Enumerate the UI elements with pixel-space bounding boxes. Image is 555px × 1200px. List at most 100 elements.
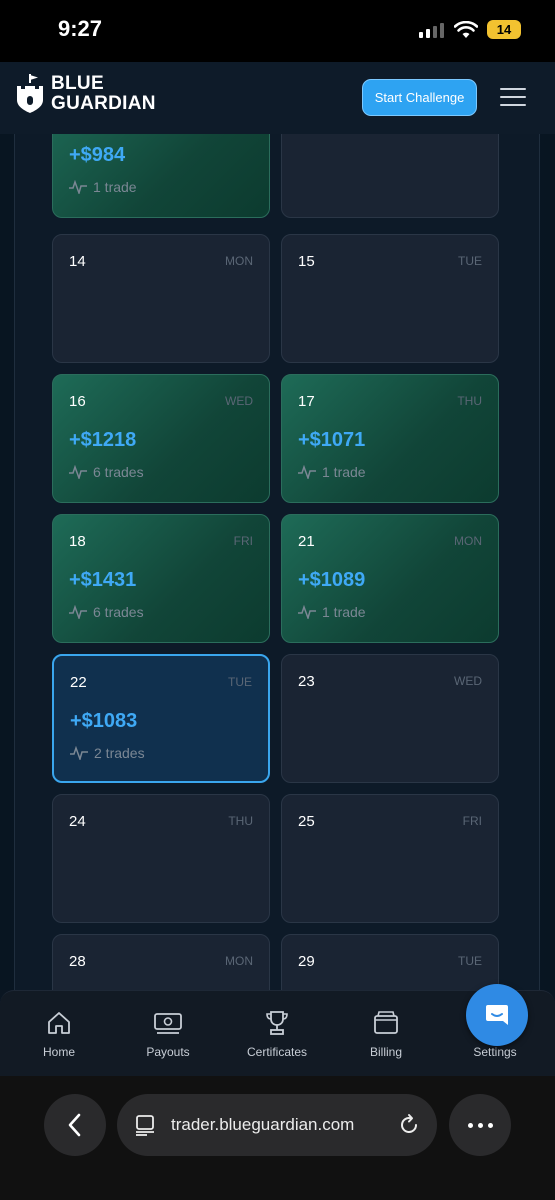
activity-icon	[298, 605, 316, 619]
day-weekday: WED	[225, 394, 253, 408]
day-pnl: +$1218	[69, 429, 137, 451]
day-weekday: THU	[457, 394, 482, 408]
activity-icon	[69, 180, 87, 194]
nav-home-label: Home	[42, 1045, 75, 1059]
day-weekday: MON	[225, 954, 253, 968]
nav-billing-label: Billing	[369, 1045, 402, 1059]
nav-payouts-label: Payouts	[146, 1045, 190, 1059]
chat-button[interactable]	[466, 984, 528, 1046]
url-text: trader.blueguardian.com	[171, 1115, 355, 1134]
battery-icon: 14	[487, 20, 521, 39]
day-trades-label: 6 trades	[93, 464, 144, 480]
day-weekday: TUE	[458, 254, 482, 268]
nav-certificates[interactable]: Certificates	[227, 1009, 327, 1059]
day-trades-label: 1 trade	[322, 464, 366, 480]
chevron-left-icon	[68, 1113, 81, 1137]
day-weekday: MON	[454, 534, 482, 548]
day-number: 29	[298, 953, 315, 970]
trophy-icon	[266, 1011, 288, 1035]
day-pnl: +$1431	[69, 569, 137, 591]
day-number: 22	[70, 674, 87, 691]
day-number: 18	[69, 533, 86, 550]
castle-logo-icon	[17, 74, 43, 113]
reload-icon[interactable]	[397, 1113, 421, 1137]
status-time: 9:27	[58, 16, 103, 41]
day-number: 17	[298, 393, 315, 410]
day-pnl: +$1083	[70, 710, 138, 732]
start-challenge-button[interactable]: Start Challenge	[362, 79, 477, 116]
day-card-15[interactable]: 15 TUE	[281, 234, 499, 363]
dot	[477, 1122, 483, 1128]
browser-back-button[interactable]	[44, 1094, 106, 1156]
calendar-frame: +$984 1 trade 14 MON 15 TUE 16 WED +$121…	[14, 134, 540, 990]
nav-billing[interactable]: Billing	[336, 1009, 436, 1059]
day-card-14[interactable]: 14 MON	[52, 234, 270, 363]
day-card-18[interactable]: 18 FRI +$1431 6 trades	[52, 514, 270, 643]
nav-home[interactable]: Home	[9, 1009, 109, 1059]
more-options-button[interactable]	[449, 1094, 511, 1156]
dot	[467, 1122, 473, 1128]
home-icon	[48, 1012, 70, 1034]
nav-payouts[interactable]: Payouts	[118, 1009, 218, 1059]
day-trades-label: 1 trade	[93, 179, 137, 195]
day-number: 14	[69, 253, 86, 270]
brand-line1: BLUE	[51, 73, 104, 94]
day-card-24[interactable]: 24 THU	[52, 794, 270, 923]
day-weekday: TUE	[458, 954, 482, 968]
nav-certificates-label: Certificates	[246, 1045, 308, 1059]
day-trades: 2 trades	[70, 745, 145, 761]
day-number: 28	[69, 953, 86, 970]
day-trades-label: 6 trades	[93, 604, 144, 620]
day-number: 23	[298, 673, 315, 690]
banknote-icon	[154, 1013, 182, 1034]
activity-icon	[69, 605, 87, 619]
day-number: 15	[298, 253, 315, 270]
day-weekday: TUE	[228, 675, 252, 689]
day-trades: 6 trades	[69, 464, 144, 480]
day-number: 25	[298, 813, 315, 830]
day-trades-label: 1 trade	[322, 604, 366, 620]
chat-icon	[486, 1005, 508, 1025]
day-card-29[interactable]: 29 TUE	[281, 934, 499, 990]
day-weekday: WED	[454, 674, 482, 688]
day-card-17[interactable]: 17 THU +$1071 1 trade	[281, 374, 499, 503]
status-bar: 9:27 14	[0, 0, 555, 62]
brand-line2: GUARDIAN	[51, 93, 156, 114]
activity-icon	[69, 465, 87, 479]
day-weekday: MON	[225, 254, 253, 268]
app-header: BLUE GUARDIAN Start Challenge	[0, 62, 555, 134]
menu-icon[interactable]	[500, 88, 526, 108]
day-weekday: THU	[228, 814, 253, 828]
reader-mode-icon[interactable]	[133, 1113, 157, 1137]
signal-icon	[419, 22, 444, 38]
day-card-partial-left[interactable]: +$984 1 trade	[52, 134, 270, 218]
day-pnl: +$1071	[298, 429, 366, 451]
day-trades: 1 trade	[298, 604, 366, 620]
day-number: 21	[298, 533, 315, 550]
day-pnl: +$1089	[298, 569, 366, 591]
dot	[487, 1122, 493, 1128]
day-card-16[interactable]: 16 WED +$1218 6 trades	[52, 374, 270, 503]
day-card-28[interactable]: 28 MON	[52, 934, 270, 990]
day-trades: 1 trade	[298, 464, 366, 480]
day-trades: 6 trades	[69, 604, 144, 620]
activity-icon	[70, 746, 88, 760]
browser-toolbar: trader.blueguardian.com	[0, 1076, 555, 1200]
wifi-icon	[454, 20, 478, 38]
day-card-25[interactable]: 25 FRI	[281, 794, 499, 923]
day-card-partial-right[interactable]	[281, 134, 499, 218]
activity-icon	[298, 465, 316, 479]
day-trades-label: 2 trades	[94, 745, 145, 761]
day-card-21[interactable]: 21 MON +$1089 1 trade	[281, 514, 499, 643]
brand-name: BLUE GUARDIAN	[51, 74, 156, 114]
day-weekday: FRI	[233, 534, 253, 548]
day-trades: 1 trade	[69, 179, 137, 195]
brand-logo[interactable]: BLUE GUARDIAN	[15, 74, 156, 114]
battery-level: 14	[496, 22, 512, 37]
nav-settings-label: Settings	[473, 1045, 517, 1059]
day-card-22-selected[interactable]: 22 TUE +$1083 2 trades	[52, 654, 270, 783]
day-card-23[interactable]: 23 WED	[281, 654, 499, 783]
day-weekday: FRI	[462, 814, 482, 828]
address-bar[interactable]: trader.blueguardian.com	[117, 1094, 437, 1156]
calendar-content: +$984 1 trade 14 MON 15 TUE 16 WED +$121…	[0, 134, 555, 990]
